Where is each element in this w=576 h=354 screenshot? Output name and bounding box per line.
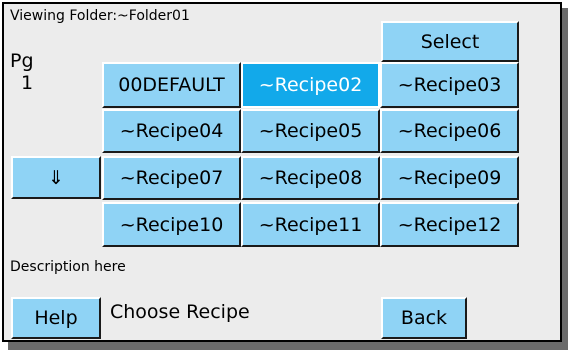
- recipe-button-11[interactable]: ~Recipe11: [241, 202, 380, 247]
- description-text: Description here: [10, 259, 126, 275]
- down-arrow-icon: ⇓: [48, 166, 64, 189]
- recipe-button-4[interactable]: ~Recipe04: [102, 109, 241, 153]
- recipe-button-8[interactable]: ~Recipe08: [241, 156, 380, 200]
- recipe-button-6[interactable]: ~Recipe06: [380, 109, 519, 153]
- back-button[interactable]: Back: [381, 297, 467, 339]
- recipe-button-3[interactable]: ~Recipe03: [380, 62, 519, 108]
- recipe-button-12[interactable]: ~Recipe12: [380, 202, 519, 247]
- recipe-button-9[interactable]: ~Recipe09: [380, 156, 519, 200]
- select-button[interactable]: Select: [381, 21, 519, 62]
- recipe-button-5[interactable]: ~Recipe05: [241, 109, 380, 153]
- hmi-screen: Viewing Folder:~Folder01 Select Pg 1 00D…: [2, 2, 562, 342]
- recipe-button-10[interactable]: ~Recipe10: [102, 202, 241, 247]
- recipe-button-7[interactable]: ~Recipe07: [102, 156, 241, 200]
- page-down-button[interactable]: ⇓: [11, 156, 101, 199]
- help-button[interactable]: Help: [11, 297, 101, 339]
- viewing-folder-label: Viewing Folder:~Folder01: [10, 8, 190, 24]
- recipe-button-2[interactable]: ~Recipe02: [241, 62, 380, 108]
- page-label: Pg: [10, 50, 34, 72]
- page-number: 1: [21, 72, 34, 94]
- choose-recipe-prompt: Choose Recipe: [110, 301, 250, 323]
- recipe-button-1[interactable]: 00DEFAULT: [102, 62, 241, 108]
